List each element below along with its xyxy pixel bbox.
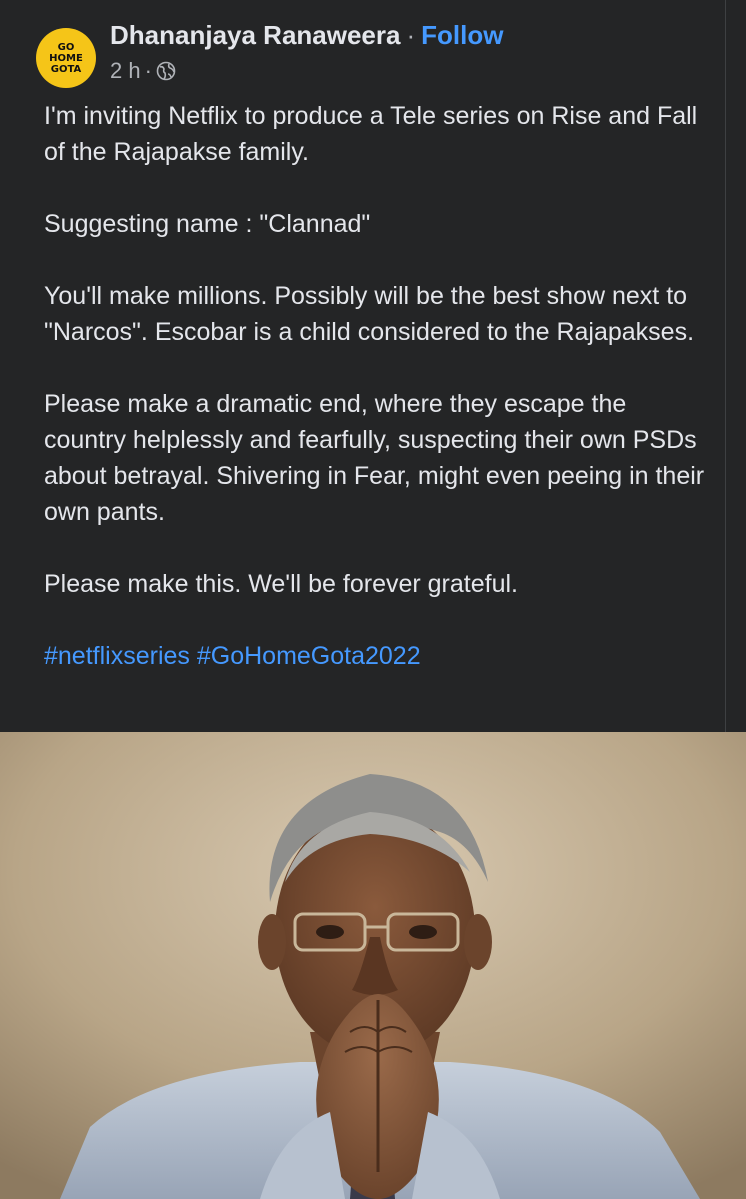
man-with-clasped-hands-photo — [0, 732, 746, 1199]
post-paragraph: You'll make millions. Possibly will be t… — [44, 282, 695, 346]
avatar-text-line-2: HOME — [49, 52, 83, 64]
post-paragraph: I'm inviting Netflix to produce a Tele s… — [44, 102, 698, 166]
post-body: I'm inviting Netflix to produce a Tele s… — [44, 98, 714, 674]
author-name-row: Dhananjaya Ranaweera · Follow — [110, 18, 503, 52]
hashtag-link[interactable]: #GoHomeGota2022 — [197, 642, 421, 670]
globe-icon[interactable] — [156, 61, 176, 81]
hashtag-row: #netflixseries #GoHomeGota2022 — [44, 638, 714, 674]
facebook-post: GO HOME GOTA Dhananjaya Ranaweera · Follow… — [0, 0, 746, 1199]
post-timestamp[interactable]: 2 h — [110, 58, 141, 84]
post-paragraph: Please make a dramatic end, where they e… — [44, 390, 705, 526]
author-name[interactable]: Dhananjaya Ranaweera — [110, 20, 400, 50]
post-meta: 2 h · — [110, 58, 176, 84]
post-paragraph: Please make this. We'll be forever grate… — [44, 570, 518, 598]
avatar-text-line-1: GO — [57, 41, 75, 53]
author-avatar[interactable]: GO HOME GOTA — [36, 28, 96, 88]
name-separator: · — [406, 20, 416, 50]
meta-separator: · — [144, 58, 152, 83]
post-card-border — [725, 0, 726, 732]
hashtag-link[interactable]: #netflixseries — [44, 642, 190, 670]
post-header: GO HOME GOTA Dhananjaya Ranaweera · Follow… — [36, 18, 716, 88]
avatar-text-line-3: GOTA — [50, 63, 82, 75]
follow-button[interactable]: Follow — [421, 20, 503, 50]
post-paragraph: Suggesting name : "Clannad" — [44, 210, 371, 238]
post-photo[interactable] — [0, 732, 746, 1199]
